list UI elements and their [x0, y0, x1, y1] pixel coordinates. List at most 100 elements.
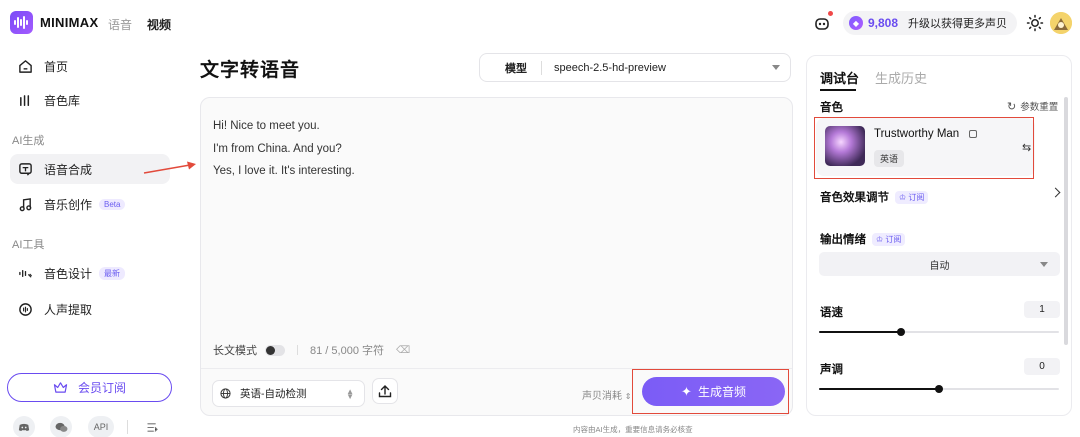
- cost-text: 声贝消耗: [582, 391, 622, 402]
- speed-slider[interactable]: [819, 328, 1059, 336]
- model-divider: [541, 60, 542, 75]
- sidebar-item-home[interactable]: 首页: [10, 51, 170, 81]
- tab-debug[interactable]: 调试台: [820, 68, 859, 87]
- top-bar: MINIMAX 语音 视频 ◆ 9,808 升级以获得更多声贝: [0, 0, 1080, 46]
- chevron-right-icon[interactable]: [1050, 187, 1061, 198]
- emotion-label-row: 输出情绪 ♔ 订阅: [820, 231, 906, 247]
- long-mode-label: 长文模式: [213, 345, 257, 357]
- emotion-label: 输出情绪: [820, 234, 866, 246]
- upgrade-link[interactable]: 升级以获得更多声贝: [908, 15, 1007, 31]
- sidebar-item-voice-library[interactable]: 音色库: [10, 85, 170, 115]
- nav-voice[interactable]: 语音: [108, 16, 132, 33]
- long-mode-toggle[interactable]: [265, 344, 285, 356]
- speed-slider-handle[interactable]: [896, 328, 905, 336]
- reset-icon: ↻: [1007, 100, 1017, 113]
- globe-icon: [220, 388, 231, 399]
- wechat-icon[interactable]: [50, 416, 72, 437]
- section-ai-tools: AI工具: [12, 239, 45, 251]
- user-avatar[interactable]: [1050, 12, 1072, 34]
- api-link[interactable]: API: [88, 416, 114, 437]
- sidebar-item-music[interactable]: 音乐创作 Beta: [10, 189, 170, 219]
- language-value: 英语-自动检测: [240, 388, 307, 400]
- voice-design-icon: [16, 264, 34, 282]
- brand-name[interactable]: MINIMAX: [40, 15, 98, 30]
- credits-pill[interactable]: ◆ 9,808 升级以获得更多声贝: [843, 11, 1018, 35]
- subscribe-badge: ♔ 订阅: [895, 190, 929, 204]
- pitch-slider[interactable]: [819, 385, 1059, 393]
- speed-slider-fill: [819, 331, 901, 333]
- cost-label: 声贝消耗 ⇕: [582, 391, 632, 402]
- sidebar-item-vocal-extract[interactable]: 人声提取: [10, 294, 170, 324]
- text-line: Hi! Nice to meet you.: [213, 120, 320, 132]
- subscribe-badge: ♔ 订阅: [872, 232, 906, 246]
- minimax-logo-icon[interactable]: [10, 11, 33, 34]
- assistant-icon[interactable]: [813, 14, 831, 32]
- model-label: 模型: [505, 62, 527, 75]
- active-tab-indicator: [820, 89, 856, 91]
- speed-label: 语速: [820, 307, 843, 319]
- language-select[interactable]: 英语-自动检测 ▲ ▼: [212, 380, 365, 407]
- vocal-extract-icon: [16, 300, 34, 318]
- credit-coin-icon: ◆: [849, 16, 863, 30]
- pitch-slider-handle[interactable]: [935, 385, 943, 393]
- footer-divider: [127, 420, 128, 434]
- vip-subscribe-button[interactable]: 会员订阅: [7, 373, 172, 402]
- music-icon: [16, 195, 34, 213]
- subscribe-badge-text: 订阅: [885, 234, 902, 244]
- home-icon: [16, 57, 34, 75]
- sidebar-item-label: 首页: [44, 59, 69, 74]
- pitch-value[interactable]: 0: [1024, 358, 1060, 375]
- sidebar-item-label: 人声提取: [44, 302, 93, 317]
- page-title: 文字转语音: [200, 60, 301, 81]
- emotion-select[interactable]: 自动: [819, 252, 1060, 276]
- text-line: I'm from China. And you?: [213, 142, 342, 155]
- upload-button[interactable]: [372, 378, 398, 404]
- library-icon: [16, 91, 34, 109]
- model-value: speech-2.5-hd-preview: [554, 61, 666, 74]
- voice-highlight-box: [814, 117, 1034, 179]
- chevron-down-icon: [772, 65, 780, 70]
- generate-highlight-box: [632, 369, 789, 414]
- new-badge: 最新: [99, 266, 126, 280]
- voice-effect-row[interactable]: 音色效果调节 ♔ 订阅: [820, 189, 929, 205]
- crown-icon: [53, 382, 68, 393]
- pitch-slider-fill: [819, 388, 939, 390]
- char-count: 81 / 5,000 字符: [310, 345, 384, 357]
- tts-icon: [16, 160, 34, 178]
- speed-value[interactable]: 1: [1024, 301, 1060, 318]
- annotation-arrow: [143, 161, 196, 174]
- vip-label: 会员订阅: [77, 381, 126, 395]
- voice-section-label: 音色: [820, 102, 843, 114]
- section-ai-generate: AI生成: [12, 135, 45, 147]
- notification-dot: [828, 11, 833, 16]
- tab-history[interactable]: 生成历史: [875, 68, 927, 87]
- text-line: Yes, I love it. It's interesting.: [213, 165, 355, 177]
- editor-text[interactable]: Hi! Nice to meet you. I'm from China. An…: [213, 115, 355, 183]
- nav-video[interactable]: 视频: [147, 16, 171, 33]
- upload-icon: [378, 385, 392, 398]
- editor-toolbar: 长文模式 81 / 5,000 字符 ⌫: [213, 342, 410, 358]
- changelog-icon[interactable]: [141, 416, 163, 437]
- settings-panel: 调试台 生成历史 音色 ↻ 参数重置 Trustworthy Man 英语 ⇆ 音…: [806, 55, 1072, 416]
- panel-scrollbar[interactable]: [1064, 97, 1068, 345]
- model-select[interactable]: 模型 speech-2.5-hd-preview: [479, 53, 791, 82]
- pitch-label: 声调: [820, 364, 843, 376]
- sidebar-item-label: 音乐创作: [44, 197, 93, 212]
- updown-icon: ▲ ▼: [346, 387, 354, 401]
- emotion-value: 自动: [929, 260, 950, 272]
- discord-icon[interactable]: [13, 416, 35, 437]
- credits-count: 9,808: [868, 16, 899, 30]
- ai-disclaimer: 内容由AI生成，重要信息请务必核查: [573, 425, 693, 434]
- sidebar-item-label: 音色库: [44, 93, 81, 108]
- theme-sun-icon[interactable]: [1026, 14, 1044, 32]
- voice-effect-label: 音色效果调节: [820, 192, 889, 204]
- toolbar-divider: [297, 345, 298, 355]
- chevron-down-icon: [1040, 262, 1048, 267]
- eraser-icon[interactable]: ⌫: [396, 345, 410, 356]
- subscribe-badge-text: 订阅: [908, 192, 925, 202]
- reset-params-button[interactable]: ↻ 参数重置: [1007, 99, 1059, 114]
- reset-label: 参数重置: [1020, 102, 1059, 113]
- sidebar-item-label: 语音合成: [44, 162, 93, 177]
- beta-badge: Beta: [99, 198, 126, 210]
- sidebar-item-voice-design[interactable]: 音色设计 最新: [10, 258, 170, 288]
